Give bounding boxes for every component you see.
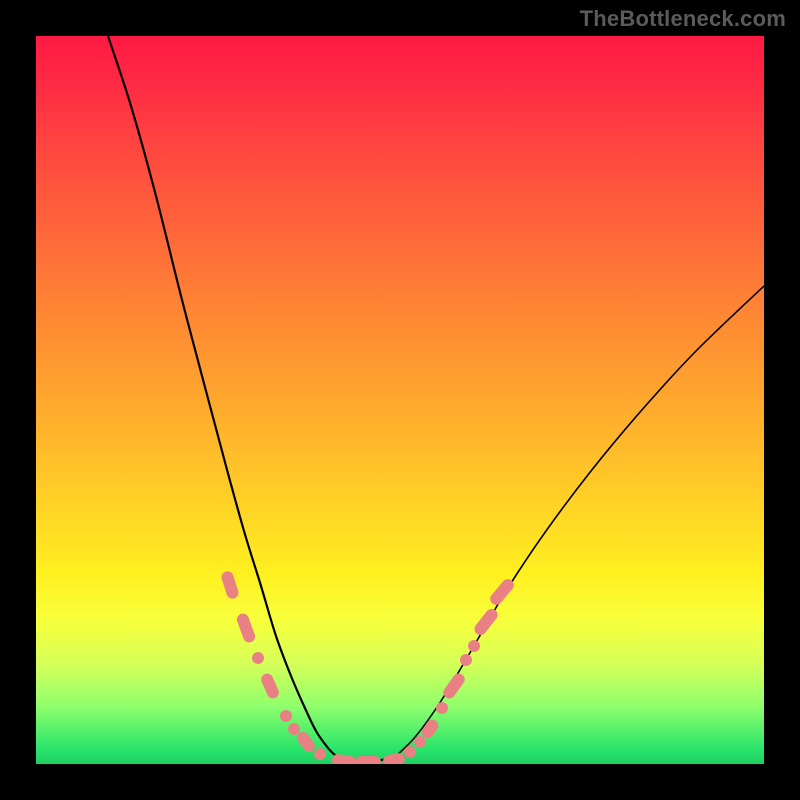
marker-pill <box>441 671 467 701</box>
chart-svg <box>36 36 764 764</box>
marker-pill <box>259 672 281 701</box>
plot-area <box>36 36 764 764</box>
marker-dot <box>414 736 426 748</box>
marker-dot <box>314 748 326 760</box>
marker-dot <box>468 640 480 652</box>
curve-group <box>108 36 764 762</box>
watermark-text: TheBottleneck.com <box>580 6 786 32</box>
marker-pill <box>220 570 240 600</box>
marker-dot <box>404 746 416 758</box>
marker-pill <box>472 606 500 637</box>
marker-pill <box>355 756 381 764</box>
marker-pill <box>331 753 356 764</box>
chart-container: TheBottleneck.com <box>0 0 800 800</box>
marker-dot <box>288 723 300 735</box>
marker-pill <box>235 612 257 644</box>
marker-pill <box>488 577 516 608</box>
marker-dot <box>280 710 292 722</box>
marker-dot <box>252 652 264 664</box>
marker-dot <box>460 654 472 666</box>
marker-dot <box>436 702 448 714</box>
left-curve <box>108 36 336 756</box>
marker-pill <box>382 752 406 764</box>
